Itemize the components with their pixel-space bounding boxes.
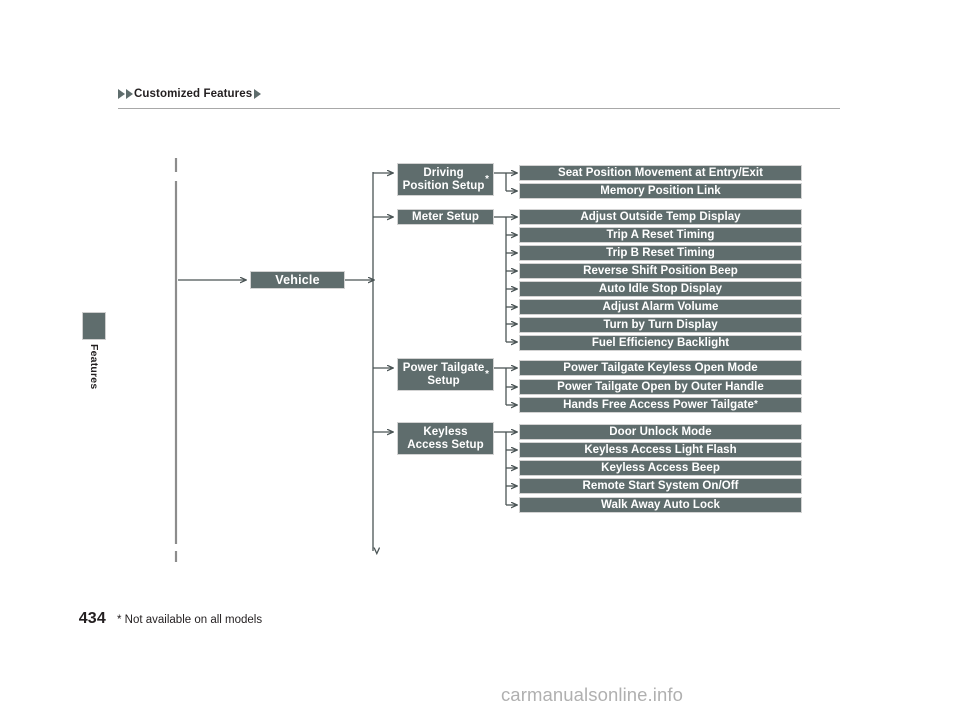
- tree-node-item[interactable]: Auto Idle Stop Display: [519, 281, 802, 297]
- tree-node-root-label: Vehicle: [275, 273, 320, 287]
- tree-node-item-label: Trip B Reset Timing: [606, 246, 715, 259]
- watermark-text: carmanualsonline.info: [500, 684, 684, 705]
- tree-node-category-label: Power Tailgate Setup: [402, 361, 485, 387]
- tree-node-item[interactable]: Power Tailgate Keyless Open Mode: [519, 360, 802, 376]
- tree-node-item-label: Seat Position Movement at Entry/Exit: [557, 166, 763, 179]
- tree-node-category-driving-position-setup[interactable]: Driving Position Setup *: [397, 163, 494, 196]
- tree-node-item[interactable]: Turn by Turn Display: [519, 317, 802, 333]
- tree-node-item-label: Remote Start System On/Off: [582, 479, 739, 492]
- tree-node-item-label: Reverse Shift Position Beep: [583, 264, 738, 277]
- tree-node-item[interactable]: Walk Away Auto Lock: [519, 497, 802, 513]
- page-footer: 434 * Not available on all models: [60, 610, 560, 632]
- tree-node-item-label: Door Unlock Mode: [609, 425, 712, 438]
- tree-node-item-label: Auto Idle Stop Display: [598, 282, 723, 295]
- tree-node-item[interactable]: Hands Free Access Power Tailgate *: [519, 397, 802, 413]
- tree-node-item[interactable]: Keyless Access Light Flash: [519, 442, 802, 458]
- tree-node-item-label: Keyless Access Light Flash: [584, 443, 737, 456]
- tree-node-item[interactable]: Fuel Efficiency Backlight: [519, 335, 802, 351]
- tree-node-category-keyless-access-setup[interactable]: Keyless Access Setup: [397, 422, 494, 455]
- tree-node-item[interactable]: Seat Position Movement at Entry/Exit: [519, 165, 802, 181]
- tree-node-item-label: Memory Position Link: [600, 184, 721, 197]
- tree-node-item-label: Fuel Efficiency Backlight: [591, 336, 730, 349]
- tree-node-category-label: Keyless Access Setup: [407, 425, 484, 451]
- tree-node-item[interactable]: Trip B Reset Timing: [519, 245, 802, 261]
- tree-node-item-label: Turn by Turn Display: [603, 318, 718, 331]
- tree-node-item-label: Power Tailgate Keyless Open Mode: [563, 361, 758, 374]
- tree-node-item-label: Adjust Alarm Volume: [602, 300, 719, 313]
- tree-node-item[interactable]: Door Unlock Mode: [519, 424, 802, 440]
- tree-node-category-label: Meter Setup: [412, 210, 479, 223]
- tree-node-item-label: Keyless Access Beep: [601, 461, 720, 474]
- tree-node-item[interactable]: Power Tailgate Open by Outer Handle: [519, 379, 802, 395]
- tree-node-item-label: Power Tailgate Open by Outer Handle: [557, 380, 764, 393]
- tree-node-root[interactable]: Vehicle: [250, 271, 345, 289]
- tree-node-item-label: Trip A Reset Timing: [606, 228, 715, 241]
- tree-node-category-label: Driving Position Setup: [402, 166, 485, 192]
- page-number: 434: [78, 610, 106, 627]
- tree-node-item[interactable]: Adjust Alarm Volume: [519, 299, 802, 315]
- tree-node-item[interactable]: Remote Start System On/Off: [519, 478, 802, 494]
- tree-node-category-power-tailgate-setup[interactable]: Power Tailgate Setup *: [397, 358, 494, 391]
- watermark: carmanualsonline.info: [0, 684, 960, 706]
- tree-node-item[interactable]: Reverse Shift Position Beep: [519, 263, 802, 279]
- tree-node-item-label: Adjust Outside Temp Display: [580, 210, 741, 223]
- tree-node-item[interactable]: Adjust Outside Temp Display: [519, 209, 802, 225]
- footnote: * Not available on all models: [117, 614, 263, 626]
- tree-node-item-label: Walk Away Auto Lock: [601, 498, 720, 511]
- tree-node-category-meter-setup[interactable]: Meter Setup: [397, 209, 494, 225]
- tree-node-item[interactable]: Trip A Reset Timing: [519, 227, 802, 243]
- tree-node-item-label: Hands Free Access Power Tailgate: [563, 398, 754, 411]
- tree-node-item[interactable]: Memory Position Link: [519, 183, 802, 199]
- tree-node-item[interactable]: Keyless Access Beep: [519, 460, 802, 476]
